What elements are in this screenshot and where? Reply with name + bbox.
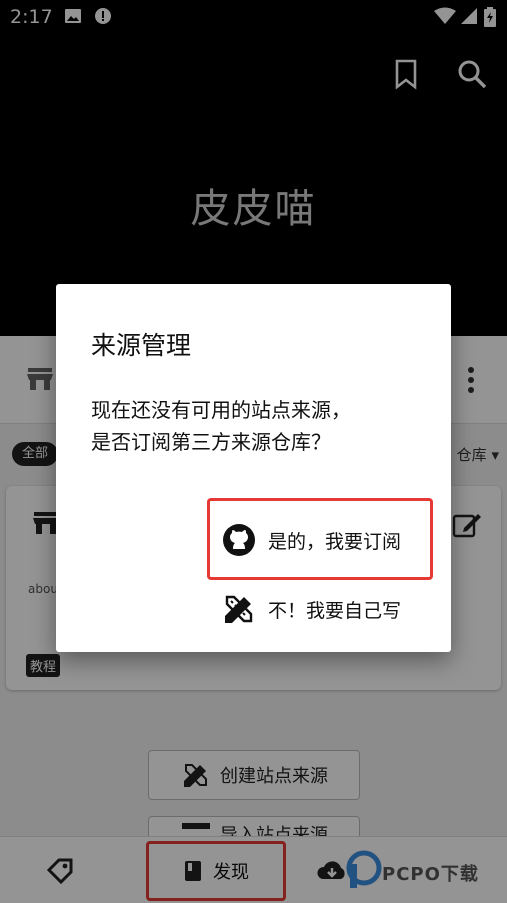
github-icon <box>223 524 255 556</box>
subscribe-label: 是的，我要订阅 <box>268 530 402 553</box>
dialog-message: 现在还没有可用的站点来源， 是否订阅第三方来源仓库？ <box>91 394 431 458</box>
self-write-button[interactable]: 不！我要自己写 <box>222 592 401 626</box>
source-manager-dialog: 来源管理 现在还没有可用的站点来源， 是否订阅第三方来源仓库？ 是的，我要订阅 … <box>56 284 451 652</box>
dialog-message-line1: 现在还没有可用的站点来源， <box>91 398 351 422</box>
pencil-ruler-icon <box>225 595 253 623</box>
subscribe-button[interactable]: 是的，我要订阅 <box>222 523 401 557</box>
dialog-message-line2: 是否订阅第三方来源仓库？ <box>91 430 331 454</box>
dialog-title: 来源管理 <box>91 331 192 360</box>
self-write-label: 不！我要自己写 <box>268 599 402 622</box>
